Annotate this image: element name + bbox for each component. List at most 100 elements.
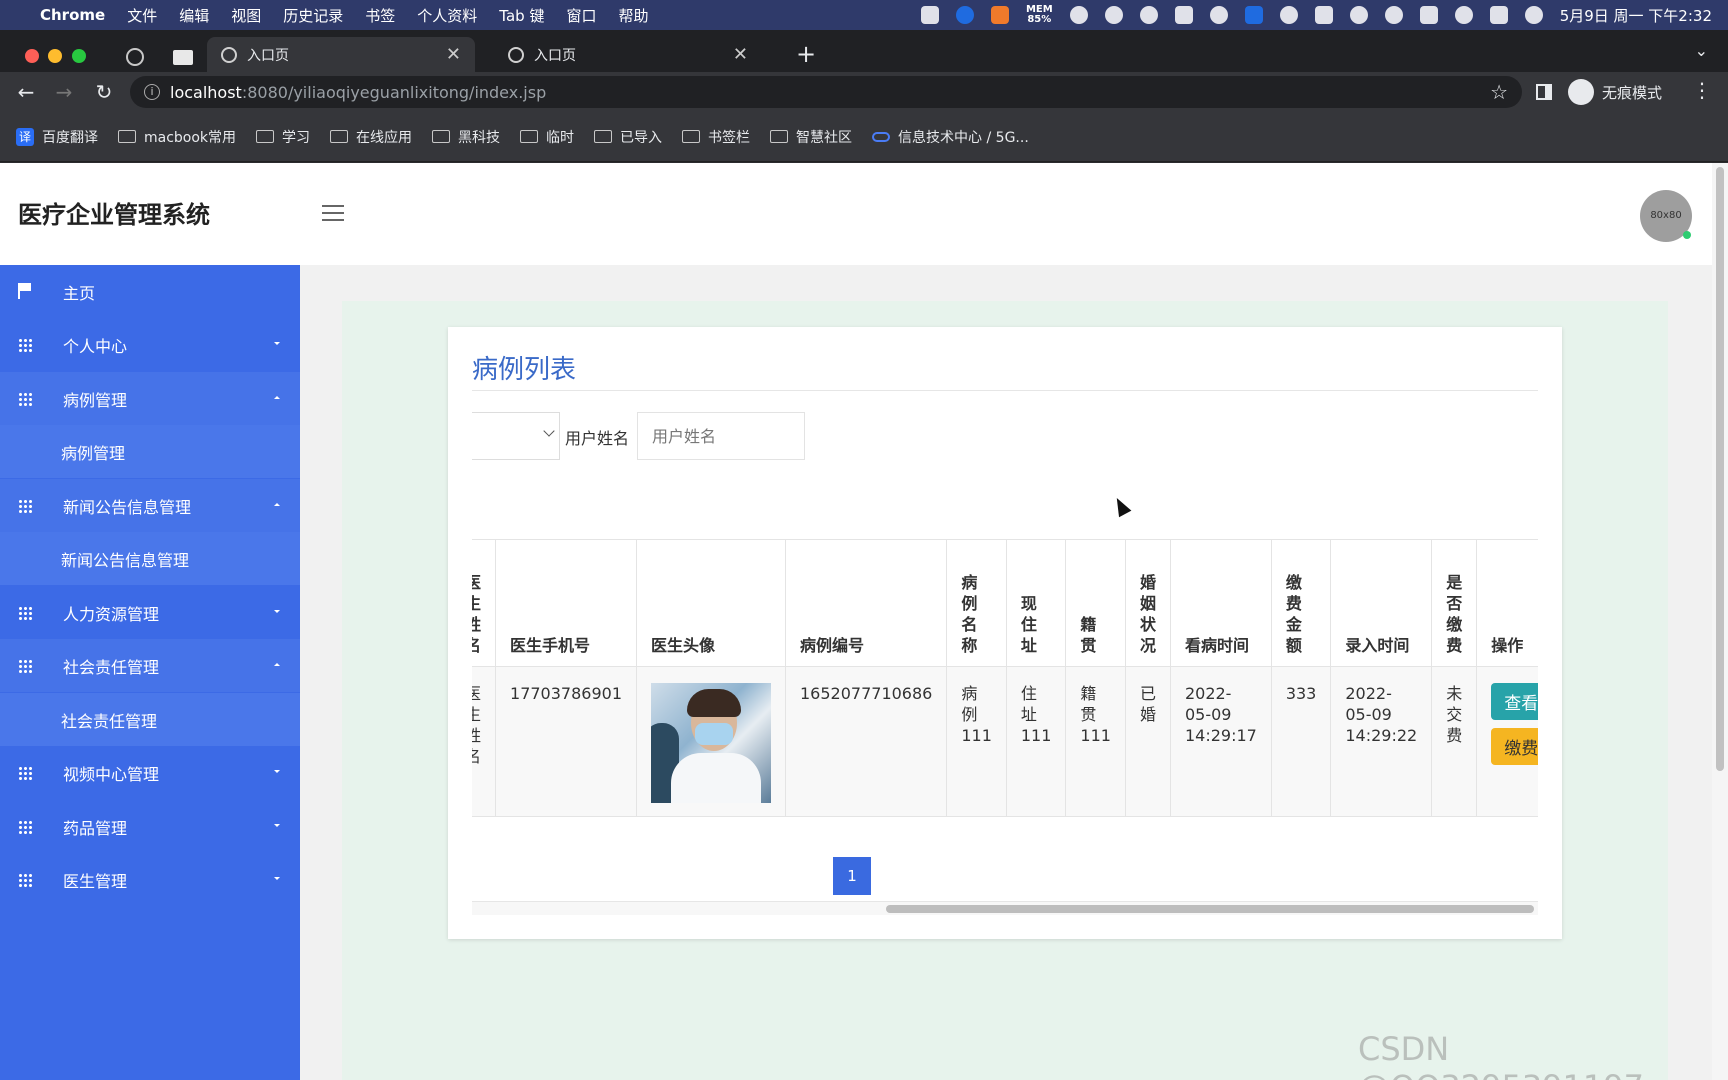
pagination-page-button[interactable]: 1	[833, 857, 871, 895]
username-search-input[interactable]	[637, 412, 805, 460]
sidebar-item-news-management[interactable]: 新闻公告信息管理	[0, 479, 300, 532]
table-viewport[interactable]: 医生姓名 医生手机号 医生头像 病例编号 病例名称 现住址 籍贯 婚姻状况 看病…	[472, 539, 1538, 819]
battery-icon[interactable]	[1314, 6, 1333, 24]
chrome-toolbar: ← → ↻ i localhost:8080/yiliaoqiyeguanlix…	[0, 72, 1728, 112]
pinned-tab-window-icon[interactable]	[173, 50, 193, 65]
address-bar[interactable]: i localhost:8080/yiliaoqiyeguanlixitong/…	[130, 76, 1522, 108]
col-doctor-name[interactable]: 医生姓名	[472, 539, 497, 667]
bookmark-folder[interactable]: 已导入	[594, 127, 662, 147]
new-tab-button[interactable]: +	[796, 40, 816, 68]
tab-active[interactable]: 入口页 ✕	[207, 37, 475, 72]
cell-address: 住址111	[1005, 666, 1067, 817]
menu-window[interactable]: 窗口	[566, 5, 596, 26]
bookmark-folder[interactable]: 书签栏	[682, 127, 750, 147]
close-tab-icon[interactable]: ✕	[733, 44, 748, 65]
col-entry-time[interactable]: 录入时间	[1330, 539, 1433, 667]
screen-icon[interactable]	[1244, 6, 1263, 24]
pinned-tab-globe-icon[interactable]	[126, 48, 144, 66]
sidebar-item-personal-center[interactable]: 个人中心	[0, 318, 300, 371]
sidebar-item-drug-management[interactable]: 药品管理	[0, 800, 300, 853]
incognito-indicator[interactable]: 无痕模式	[1568, 78, 1662, 106]
bookmark-folder[interactable]: 黑科技	[432, 127, 500, 147]
col-doctor-phone[interactable]: 医生手机号	[495, 539, 637, 667]
tool-icon[interactable]	[1209, 6, 1228, 24]
col-hometown[interactable]: 籍贯	[1065, 539, 1126, 667]
tab-search-chevron-icon[interactable]: ⌄	[1695, 41, 1708, 60]
chrome-tab-bar: 入口页 ✕ 入口页 ✕ + ⌄	[0, 30, 1728, 72]
bluetooth-icon[interactable]	[1279, 6, 1298, 24]
hamburger-menu-icon[interactable]	[322, 205, 344, 221]
zoom-window-button[interactable]	[72, 49, 86, 63]
bookmark-folder[interactable]: 学习	[256, 127, 310, 147]
app-status-icon[interactable]	[990, 6, 1009, 24]
scrollbar-thumb[interactable]	[1716, 167, 1724, 771]
sidebar-item-csr-management[interactable]: 社会责任管理	[0, 639, 300, 692]
bookmark-item[interactable]: 译百度翻译	[16, 127, 98, 147]
vertical-scrollbar[interactable]	[1712, 163, 1728, 1080]
notification-bell-icon[interactable]	[1069, 6, 1088, 24]
sidebar-item-case-management[interactable]: 病例管理	[0, 372, 300, 425]
sidebar-item-doctor-management[interactable]: 医生管理	[0, 853, 300, 906]
chrome-menu-icon[interactable]: ⋮	[1692, 78, 1712, 102]
tab-inactive[interactable]: 入口页 ✕	[494, 37, 762, 72]
play-icon[interactable]	[1139, 6, 1158, 24]
close-tab-icon[interactable]: ✕	[446, 44, 461, 65]
reload-icon[interactable]: ↻	[90, 78, 118, 106]
col-fee[interactable]: 缴费金额	[1270, 539, 1332, 667]
menu-edit[interactable]: 编辑	[179, 5, 209, 26]
site-info-icon[interactable]: i	[144, 84, 160, 100]
close-window-button[interactable]	[25, 49, 39, 63]
horizontal-scrollbar[interactable]	[472, 901, 1538, 915]
col-case-name[interactable]: 病例名称	[946, 539, 1007, 667]
menu-view[interactable]: 视图	[231, 5, 261, 26]
bookmark-folder[interactable]: 临时	[520, 127, 574, 147]
wifi-icon[interactable]	[1349, 6, 1368, 24]
col-doctor-avatar[interactable]: 医生头像	[636, 539, 786, 667]
bookmark-item[interactable]: 信息技术中心 / 5G...	[872, 127, 1029, 147]
sidebar-item-home[interactable]: 主页	[0, 265, 300, 318]
menu-bookmarks[interactable]: 书签	[365, 5, 395, 26]
back-arrow-icon[interactable]: ←	[12, 78, 40, 106]
sidebar-subitem-news-management[interactable]: 新闻公告信息管理	[0, 532, 300, 585]
spotlight-search-icon[interactable]	[1454, 6, 1473, 24]
sidebar-item-hr-management[interactable]: 人力资源管理	[0, 586, 300, 639]
bookmark-star-icon[interactable]: ☆	[1490, 80, 1508, 104]
bookmark-label: 书签栏	[708, 129, 751, 146]
menu-history[interactable]: 历史记录	[283, 5, 343, 26]
password-icon[interactable]	[1104, 6, 1123, 24]
pay-button[interactable]: 缴费	[1491, 728, 1538, 765]
menu-file[interactable]: 文件	[127, 5, 157, 26]
bookmark-folder[interactable]: 智慧社区	[770, 127, 852, 147]
siri-icon[interactable]	[1524, 6, 1543, 24]
side-panel-icon[interactable]	[1536, 84, 1552, 100]
view-button[interactable]: 查看	[1491, 683, 1538, 720]
meeting-icon[interactable]	[955, 6, 974, 24]
menu-tab[interactable]: Tab 键	[499, 5, 544, 26]
menu-app-name[interactable]: Chrome	[40, 6, 105, 24]
col-case-no[interactable]: 病例编号	[784, 539, 948, 667]
user-icon[interactable]	[1384, 6, 1403, 24]
sidebar-subitem-csr-management[interactable]: 社会责任管理	[0, 693, 300, 746]
menu-help[interactable]: 帮助	[618, 5, 648, 26]
forward-arrow-icon[interactable]: →	[50, 78, 78, 106]
col-visit-time[interactable]: 看病时间	[1169, 539, 1272, 667]
col-address[interactable]: 现住址	[1005, 539, 1067, 667]
scrollbar-thumb[interactable]	[886, 905, 1534, 913]
grid-icon	[18, 606, 32, 620]
clock[interactable]: 5月9日 周一 下午2:32	[1560, 5, 1712, 26]
col-marital[interactable]: 婚姻状况	[1124, 539, 1171, 667]
s-app-icon[interactable]	[1419, 6, 1438, 24]
control-center-icon[interactable]	[1489, 6, 1508, 24]
col-paid[interactable]: 是否缴费	[1431, 539, 1478, 667]
menu-profiles[interactable]: 个人资料	[417, 5, 477, 26]
wps-icon[interactable]	[920, 6, 939, 24]
sidebar-item-video-management[interactable]: 视频中心管理	[0, 746, 300, 799]
bookmark-folder[interactable]: macbook常用	[118, 127, 236, 147]
minimize-window-button[interactable]	[48, 49, 62, 63]
memory-indicator[interactable]: MEM 85%	[1026, 5, 1053, 25]
filter-select[interactable]	[472, 412, 560, 460]
window-icon[interactable]	[1174, 6, 1193, 24]
sidebar-subitem-case-management[interactable]: 病例管理	[0, 425, 300, 478]
doctor-avatar-image[interactable]	[651, 683, 771, 803]
bookmark-folder[interactable]: 在线应用	[330, 127, 412, 147]
